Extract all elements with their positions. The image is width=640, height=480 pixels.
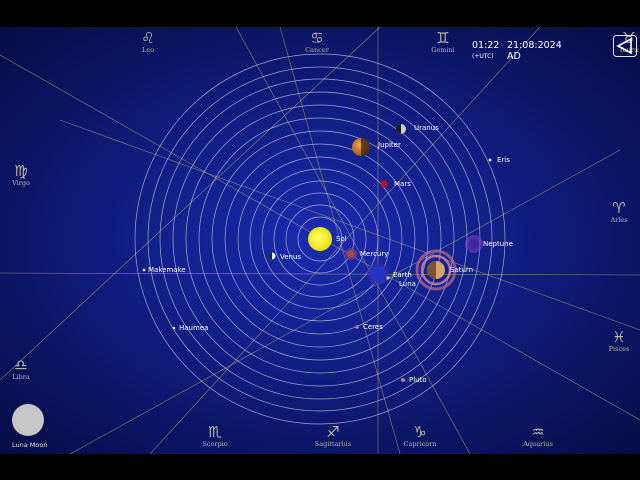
mars-label: Mars bbox=[394, 180, 411, 188]
haumea-label: Haumea bbox=[179, 324, 209, 332]
neptune-body[interactable] bbox=[469, 239, 479, 249]
pisces-icon: ♓ bbox=[612, 328, 626, 346]
mars-body[interactable] bbox=[380, 180, 388, 188]
eris-body[interactable] bbox=[488, 158, 492, 162]
clock-timezone: (+UTC) bbox=[472, 53, 494, 60]
zodiac-aries[interactable]: ♈ Aries bbox=[596, 199, 640, 225]
ceres-label: Ceres bbox=[363, 323, 383, 331]
luna-moon-label: Luna Moon bbox=[12, 441, 48, 449]
zodiac-cancer[interactable]: ♋ Cancer bbox=[294, 29, 340, 55]
zodiac-sagittarius[interactable]: ♐ Sagittarius bbox=[310, 423, 356, 449]
pluto-label: Pluto bbox=[409, 376, 427, 384]
zodiac-leo[interactable]: ♌ Leo bbox=[125, 29, 171, 55]
haumea-body[interactable] bbox=[172, 326, 176, 330]
gemini-icon: ♊ bbox=[436, 29, 450, 47]
neptune-label: Neptune bbox=[483, 240, 513, 248]
cancer-icon: ♋ bbox=[310, 29, 324, 47]
zodiac-capricorn[interactable]: ♑ Capricorn bbox=[397, 423, 443, 449]
clock-time: 01:22 bbox=[472, 40, 500, 51]
aries-icon: ♈ bbox=[612, 199, 626, 217]
virgo-icon: ♍ bbox=[14, 162, 28, 180]
clock-readout: 01:22 21:08:2024 AD (+UTC) bbox=[472, 40, 562, 62]
clock-date: 21:08:2024 AD bbox=[507, 40, 562, 62]
mercury-body[interactable] bbox=[347, 250, 355, 258]
zodiac-aquarius[interactable]: ♒ Aquarius bbox=[515, 423, 561, 449]
app-screen: Sol Mercury Venus Earth Luna Mars Jupite… bbox=[0, 0, 640, 480]
back-button[interactable] bbox=[613, 35, 637, 57]
zodiac-pisces[interactable]: ♓ Pisces bbox=[596, 328, 640, 354]
mercury-label: Mercury bbox=[360, 250, 389, 258]
zodiac-libra[interactable]: ♎ Libra bbox=[0, 356, 44, 382]
aquarius-icon: ♒ bbox=[531, 423, 545, 441]
luna-body[interactable] bbox=[386, 276, 390, 280]
zodiac-virgo[interactable]: ♍ Virgo bbox=[0, 162, 44, 188]
libra-icon: ♎ bbox=[14, 356, 28, 374]
earth-body[interactable] bbox=[370, 266, 386, 282]
ceres-body[interactable] bbox=[355, 325, 359, 329]
sol-label: Sol bbox=[336, 235, 347, 243]
zodiac-gemini[interactable]: ♊ Gemini bbox=[420, 29, 466, 55]
solar-system-canvas[interactable] bbox=[0, 27, 640, 454]
luna-moon-button[interactable] bbox=[12, 404, 44, 436]
eris-label: Eris bbox=[497, 156, 510, 164]
pluto-body[interactable] bbox=[401, 378, 405, 382]
back-triangle-icon bbox=[616, 37, 632, 55]
zodiac-scorpio[interactable]: ♏ Scorpio bbox=[192, 423, 238, 449]
jupiter-label: Jupiter bbox=[378, 141, 401, 149]
sagittarius-icon: ♐ bbox=[326, 423, 340, 441]
makemake-label: Makemake bbox=[148, 266, 186, 274]
luna-label: Luna bbox=[399, 280, 416, 288]
uranus-label: Uranus bbox=[414, 124, 439, 132]
makemake-body[interactable] bbox=[142, 268, 146, 272]
earth-label: Earth bbox=[393, 271, 412, 279]
scorpio-icon: ♏ bbox=[208, 423, 222, 441]
saturn-label: Saturn bbox=[450, 266, 474, 274]
sol-body[interactable] bbox=[308, 227, 332, 251]
capricorn-icon: ♑ bbox=[413, 423, 427, 441]
venus-label: Venus bbox=[280, 253, 302, 261]
leo-icon: ♌ bbox=[141, 29, 155, 47]
